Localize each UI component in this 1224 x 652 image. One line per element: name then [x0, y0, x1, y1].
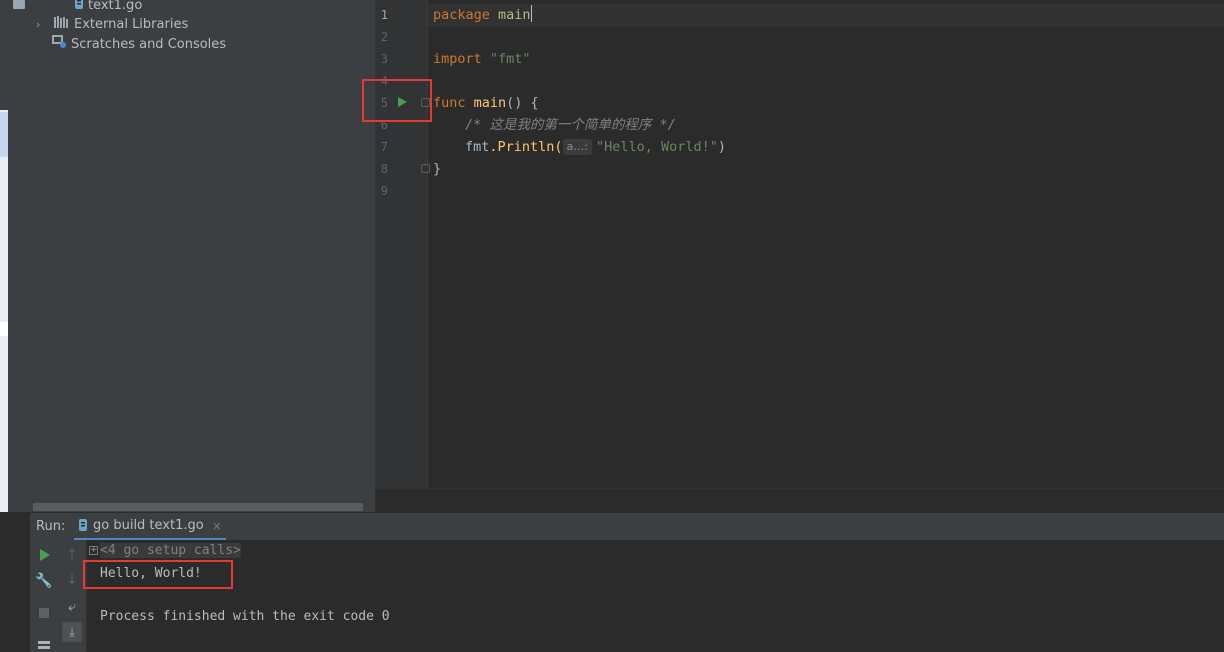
code-line-8: }: [433, 158, 441, 180]
code-line-6: /* 这是我的第一个简单的程序 */: [465, 114, 676, 136]
highlight-box-output: [83, 560, 233, 589]
fold-marker-icon[interactable]: [421, 98, 430, 107]
background-window-strip: [0, 0, 8, 512]
run-console[interactable]: [87, 540, 1224, 652]
run-label: Run:: [36, 519, 66, 534]
scroll-to-end-icon[interactable]: ⤓: [62, 622, 82, 642]
line-number: 2: [380, 30, 388, 44]
code-function-call: .Println(: [489, 139, 563, 155]
console-exit-message: Process finished with the exit code 0: [100, 609, 390, 624]
code-function-name: main: [473, 95, 507, 111]
wrench-icon[interactable]: 🔧: [34, 573, 54, 589]
code-text: ): [717, 139, 727, 155]
tree-item-label: Scratches and Consoles: [71, 37, 227, 52]
code-editor[interactable]: [375, 0, 1224, 488]
tree-item-text1-go[interactable]: text1.go: [74, 0, 142, 16]
code-comment: /* 这是我的第一个简单的程序 */: [465, 117, 676, 133]
library-icon: [54, 15, 70, 35]
close-tab-icon[interactable]: ×: [212, 519, 222, 533]
code-string: "fmt": [489, 51, 531, 67]
tool-window-stripe: [8, 0, 31, 512]
expand-setup-calls-icon[interactable]: +: [89, 546, 98, 555]
code-package-ref: fmt: [465, 139, 490, 155]
line-number: 1: [380, 8, 388, 22]
run-tab-label: go build text1.go: [93, 518, 204, 533]
editor-bottom-area: [375, 488, 1224, 513]
console-setup-calls[interactable]: <4 go setup calls>: [100, 543, 241, 558]
current-line-highlight: [428, 4, 1224, 26]
code-line-1: package main: [433, 4, 532, 26]
code-package-name: main: [498, 7, 531, 23]
code-keyword: package: [433, 7, 490, 23]
arrow-up-icon[interactable]: ↑: [62, 547, 82, 563]
folder-icon[interactable]: [13, 0, 25, 9]
line-number: 9: [380, 184, 388, 198]
scratches-icon: [52, 35, 67, 55]
chevron-right-icon[interactable]: ›: [36, 15, 50, 35]
run-panel-header: Run: go build text1.go ×: [30, 512, 1224, 541]
gutter-divider: [427, 0, 428, 488]
stop-icon[interactable]: [39, 608, 49, 618]
go-file-icon: [74, 0, 84, 16]
console-toolbar: ↑ ↓ ⤶ ⤓: [58, 540, 87, 652]
code-keyword: import: [433, 51, 482, 67]
layout-icon[interactable]: [38, 641, 50, 652]
arrow-down-icon[interactable]: ↓: [62, 572, 82, 588]
tree-item-label: External Libraries: [74, 17, 189, 32]
code-line-5: func main() {: [433, 92, 539, 114]
tree-item-external-libraries[interactable]: › External Libraries: [36, 15, 188, 35]
code-text: () {: [506, 95, 539, 111]
code-line-3: import "fmt": [433, 48, 531, 70]
fold-marker-icon[interactable]: [421, 164, 430, 173]
go-file-icon: [78, 516, 88, 535]
line-number: 7: [380, 140, 388, 154]
run-toolbar: 🔧: [30, 540, 58, 652]
line-number: 3: [380, 52, 388, 66]
soft-wrap-icon[interactable]: ⤶: [62, 599, 82, 615]
project-horizontal-scrollbar[interactable]: [33, 503, 363, 511]
code-text: }: [433, 161, 442, 177]
tree-item-scratches-and-consoles[interactable]: Scratches and Consoles: [52, 35, 226, 55]
code-string: "Hello, World!": [596, 139, 718, 155]
parameter-hint: a…:: [562, 139, 592, 155]
line-number: 8: [380, 162, 388, 176]
run-tab[interactable]: go build text1.go ×: [74, 513, 226, 541]
project-tree-panel: [30, 0, 375, 512]
rerun-icon[interactable]: [40, 549, 50, 561]
code-line-7: fmt.Println(a…: "Hello, World!"): [465, 136, 726, 158]
code-keyword: func: [433, 95, 466, 111]
tree-item-label: text1.go: [88, 0, 143, 13]
text-caret: [530, 5, 532, 22]
